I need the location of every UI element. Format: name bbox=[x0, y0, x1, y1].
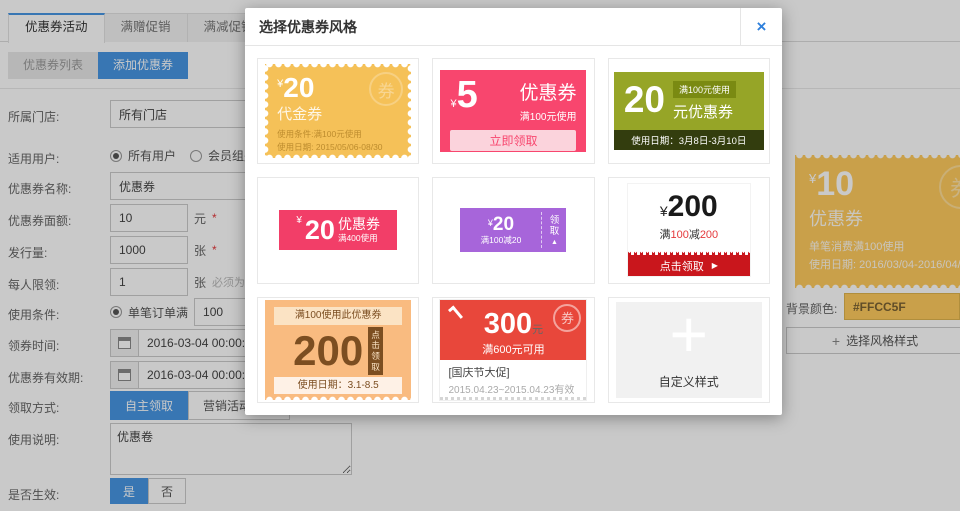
close-icon[interactable]: × bbox=[740, 8, 782, 46]
coupon-date: 使用日期：3月8日-3月10日 bbox=[614, 130, 764, 150]
modal-header: 选择优惠券风格 × bbox=[245, 8, 782, 46]
coupon-title: 优惠券 bbox=[519, 78, 576, 105]
coupon-style-card-green[interactable]: 20 满100元使用 元优惠券 使用日期：3月8日-3月10日 bbox=[608, 58, 770, 164]
coupon-style-modal: 选择优惠券风格 × ¥20 代金券 使用条件:满100元使用 使用日期: 201… bbox=[245, 8, 782, 415]
coupon-style-card-red300[interactable]: 券 300元 满600元可用 [国庆节大促] 2015.04.23~2015.0… bbox=[432, 297, 594, 403]
coupon-stamp-icon: 券 bbox=[553, 304, 581, 332]
coupon-style-card-gold[interactable]: ¥20 代金券 使用条件:满100元使用 使用日期: 2015/05/06-08… bbox=[257, 58, 419, 164]
coupon-amount: 20 bbox=[493, 214, 514, 235]
triangle-right-icon: ▶ bbox=[712, 261, 718, 270]
pen-check-icon bbox=[448, 305, 463, 321]
coupon-condition-badge: 满100元使用 bbox=[673, 81, 736, 98]
coupon-condition: 满600元可用 bbox=[440, 341, 586, 357]
cond-text: 减 bbox=[689, 229, 700, 241]
cond-text: 满 bbox=[659, 229, 670, 241]
click-claim-badge: 点击领取 bbox=[368, 327, 383, 376]
coupon-condition: 使用条件:满100元使用 bbox=[277, 128, 399, 141]
coupon-style-card-orange[interactable]: 满100使用此优惠券 200 点击领取 使用日期：3.1-8.5 bbox=[257, 297, 419, 403]
click-claim-label: 点击领取 bbox=[660, 258, 704, 274]
coupon-name: 代金券 bbox=[277, 103, 399, 124]
coupon-amount: 20 bbox=[624, 81, 665, 118]
modal-title: 选择优惠券风格 bbox=[259, 8, 357, 46]
claim-label: 领取 bbox=[549, 215, 560, 238]
custom-style-label: 自定义样式 bbox=[659, 373, 719, 390]
coupon-amount: 200 bbox=[293, 330, 363, 372]
coupon-currency: ¥ bbox=[296, 215, 302, 226]
coupon-style-card-custom[interactable]: + 自定义样式 bbox=[608, 297, 770, 403]
coupon-style-card-pink[interactable]: ¥5 优惠券 满100元使用 立即领取 bbox=[432, 58, 594, 164]
coupon-style-card-white-red[interactable]: ¥200 满100减200 点击领取 ▶ bbox=[608, 177, 770, 283]
coupon-stamp-icon: 券 bbox=[369, 72, 403, 106]
coupon-amount: 20 bbox=[283, 72, 314, 103]
triangle-up-icon: ▲ bbox=[551, 239, 558, 246]
coupon-title: 优惠券 bbox=[338, 217, 380, 232]
coupon-style-card-rose[interactable]: ¥ 20 优惠券 满400使用 bbox=[257, 177, 419, 283]
coupon-amount: 200 bbox=[668, 190, 718, 223]
coupon-currency: ¥ bbox=[660, 203, 668, 219]
coupon-title: 元优惠券 bbox=[673, 101, 736, 122]
claim-now-button: 立即领取 bbox=[450, 130, 576, 151]
plus-icon: + bbox=[616, 298, 762, 371]
coupon-date: 使用日期: 2015/05/06-08/30 bbox=[277, 141, 399, 154]
coupon-amount: 5 bbox=[457, 74, 478, 116]
coupon-tag: [国庆节大促] bbox=[448, 364, 578, 380]
coupon-condition: 满100元使用 bbox=[519, 108, 576, 123]
coupon-condition: 满100减20 bbox=[481, 234, 522, 246]
cond-num: 100 bbox=[670, 229, 688, 241]
coupon-condition: 满400使用 bbox=[338, 232, 380, 244]
coupon-amount: 300 bbox=[484, 308, 532, 340]
coupon-amount: 20 bbox=[305, 217, 335, 244]
coupon-date: 使用日期：3.1-8.5 bbox=[274, 377, 402, 394]
coupon-unit: 元 bbox=[532, 324, 543, 336]
coupon-validity: 2015.04.23~2015.04.23有效 bbox=[448, 381, 578, 396]
cond-num: 200 bbox=[700, 229, 718, 241]
screen: 优惠券活动 满赠促销 满减促销 优惠券列表 添加优惠券 所属门店: 所有门店 ▾… bbox=[0, 0, 960, 511]
coupon-style-grid: ¥20 代金券 使用条件:满100元使用 使用日期: 2015/05/06-08… bbox=[245, 46, 782, 415]
coupon-condition: 满100使用此优惠券 bbox=[274, 307, 402, 325]
coupon-style-card-purple[interactable]: ¥20 满100减20 领取 ▲ bbox=[432, 177, 594, 283]
